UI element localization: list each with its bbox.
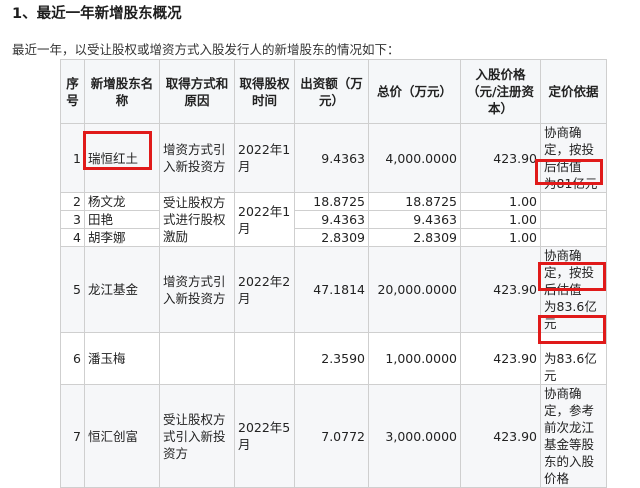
cell-basis: 协商确定，参考前次龙江基金等股东的入股价格 xyxy=(540,384,607,488)
cell-basis-empty xyxy=(540,210,607,229)
cell-total: 18.8725 xyxy=(368,192,461,211)
cell-price: 423.90 xyxy=(460,123,541,193)
cell-amount: 2.3590 xyxy=(294,332,369,385)
cell-basis: 协商确定，按投后估值 为83.6亿元 xyxy=(540,246,607,333)
cell-amount: 2.8309 xyxy=(294,228,369,247)
cell-name: 田艳 xyxy=(84,210,160,229)
cell-name: 杨文龙 xyxy=(84,192,160,211)
table-row: 3 田艳 9.4363 9.4363 1.00 xyxy=(60,210,607,229)
cell-method: 增资方式引入新投资方 xyxy=(159,246,235,333)
cell-total: 1,000.0000 xyxy=(368,332,461,385)
cell-basis: 为83.6亿元 xyxy=(540,332,607,385)
cell-method: 受让股权方式引入新投资方 xyxy=(159,384,235,488)
basis-valuation: 为81亿元 xyxy=(544,176,598,191)
cell-seq: 6 xyxy=(60,332,85,385)
cell-seq: 1 xyxy=(60,123,85,193)
cell-amount: 9.4363 xyxy=(294,123,369,193)
cell-seq: 5 xyxy=(60,246,85,333)
cell-price: 1.00 xyxy=(460,228,541,247)
cell-total: 2.8309 xyxy=(368,228,461,247)
cell-total: 20,000.0000 xyxy=(368,246,461,333)
cell-price: 1.00 xyxy=(460,210,541,229)
cell-time-empty xyxy=(234,332,295,385)
new-shareholders-table: 序号 新增股东名称 取得方式和原因 取得股权时间 出资额（万元） 总价（万元） … xyxy=(60,59,607,488)
table-row: 7 恒汇创富 受让股权方式引入新投资方 2022年5月 7.0772 3,000… xyxy=(60,384,607,488)
cell-total: 9.4363 xyxy=(368,210,461,229)
table-row: 1 瑞恒红土 增资方式引入新投资方 2022年1月 9.4363 4,000.0… xyxy=(60,123,607,193)
basis-valuation: 为83.6亿元 xyxy=(544,299,597,331)
table-header-row: 序号 新增股东名称 取得方式和原因 取得股权时间 出资额（万元） 总价（万元） … xyxy=(60,59,607,124)
cell-method: 增资方式引入新投资方 xyxy=(159,123,235,193)
header-seq: 序号 xyxy=(60,59,85,124)
header-time: 取得股权时间 xyxy=(234,59,295,124)
cell-seq: 7 xyxy=(60,384,85,488)
cell-time: 2022年2月 xyxy=(234,246,295,333)
table-row: 5 龙江基金 增资方式引入新投资方 2022年2月 47.1814 20,000… xyxy=(60,246,607,333)
cell-amount: 18.8725 xyxy=(294,192,369,211)
cell-seq: 3 xyxy=(60,210,85,229)
cell-time: 2022年1月 xyxy=(234,123,295,193)
cell-amount: 7.0772 xyxy=(294,384,369,488)
cell-name: 恒汇创富 xyxy=(84,384,160,488)
document-page: 1、最近一年新增股东概况 最近一年，以受让股权或增资方式入股发行人的新增股东的情… xyxy=(0,0,640,488)
header-method: 取得方式和原因 xyxy=(159,59,235,124)
table-row: 4 胡李娜 2.8309 2.8309 1.00 xyxy=(60,228,607,247)
header-amount: 出资额（万元） xyxy=(294,59,369,124)
header-name: 新增股东名称 xyxy=(84,59,160,124)
cell-basis: 协商确定，按投后估值为81亿元 xyxy=(540,123,607,193)
cell-time: 2022年5月 xyxy=(234,384,295,488)
cell-name: 胡李娜 xyxy=(84,228,160,247)
basis-text: 协商确定，按投后估值 xyxy=(544,248,595,297)
cell-seq: 2 xyxy=(60,192,85,211)
cell-name: 龙江基金 xyxy=(84,246,160,333)
cell-name: 瑞恒红土 xyxy=(84,123,160,193)
header-basis: 定价依据 xyxy=(540,59,607,124)
section-heading: 1、最近一年新增股东概况 xyxy=(12,6,182,22)
cell-total: 4,000.0000 xyxy=(368,123,461,193)
intro-paragraph: 最近一年，以受让股权或增资方式入股发行人的新增股东的情况如下： xyxy=(12,42,400,57)
cell-basis-empty xyxy=(540,228,607,247)
cell-total: 3,000.0000 xyxy=(368,384,461,488)
cell-method-empty xyxy=(159,332,235,385)
table-row: 2 杨文龙 受让股权方式进行股权激励 2022年1月 18.8725 18.87… xyxy=(60,192,607,247)
cell-price: 423.90 xyxy=(460,384,541,488)
header-price: 入股价格（元/注册资本） xyxy=(460,59,541,124)
cell-amount: 9.4363 xyxy=(294,210,369,229)
cell-name: 潘玉梅 xyxy=(84,332,160,385)
basis-text: 协商确定，按投后估值 xyxy=(544,125,595,174)
cell-method-merged: 受让股权方式进行股权激励 xyxy=(159,192,235,247)
cell-time-merged: 2022年1月 xyxy=(234,192,295,247)
table-row: 6 潘玉梅 2.3590 1,000.0000 423.90 为83.6亿元 xyxy=(60,332,607,385)
cell-seq: 4 xyxy=(60,228,85,247)
cell-price: 423.90 xyxy=(460,332,541,385)
basis-valuation: 为83.6亿元 xyxy=(544,351,597,383)
cell-price: 1.00 xyxy=(460,192,541,211)
cell-basis-empty xyxy=(540,192,607,211)
cell-price: 423.90 xyxy=(460,246,541,333)
header-total: 总价（万元） xyxy=(368,59,461,124)
cell-amount: 47.1814 xyxy=(294,246,369,333)
